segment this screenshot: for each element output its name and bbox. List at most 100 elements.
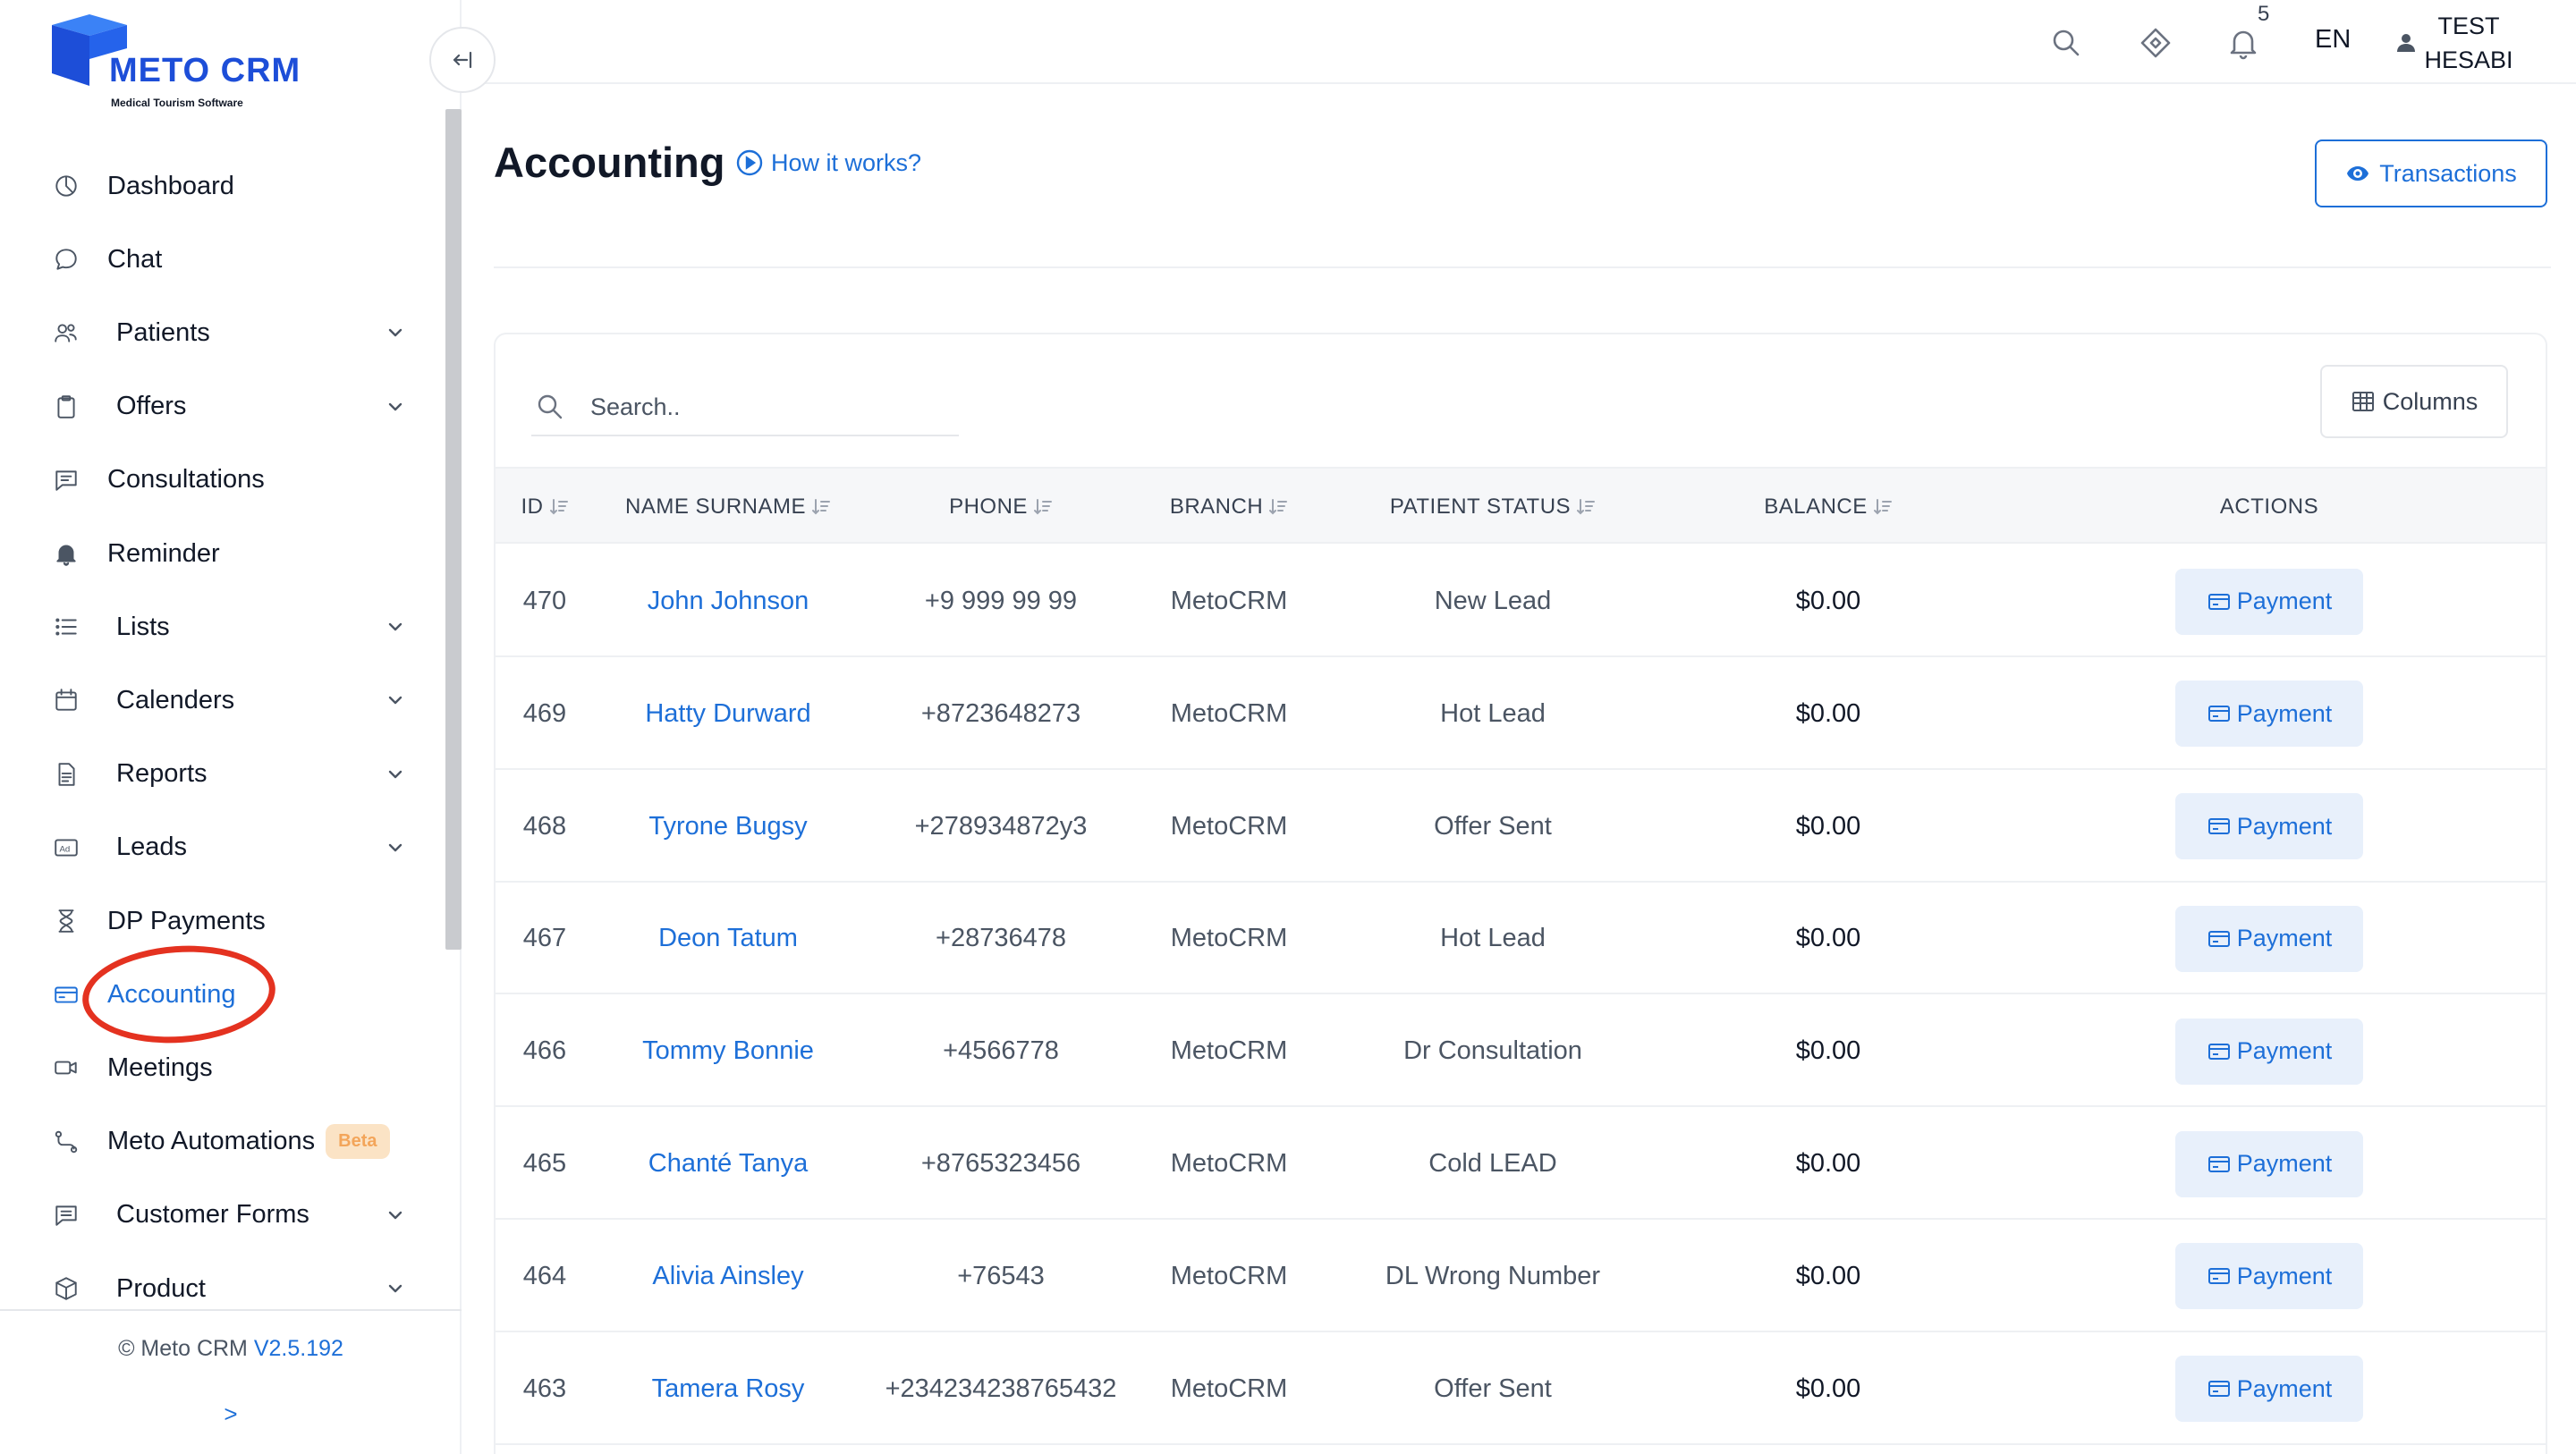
- sidebar-item-patients[interactable]: Patients: [48, 306, 406, 359]
- chevron-down-icon: [388, 1211, 402, 1219]
- sidebar-item-lists[interactable]: Lists: [48, 600, 406, 654]
- brand-tagline: Medical Tourism Software: [111, 97, 243, 109]
- payment-button[interactable]: Payment: [2175, 568, 2363, 635]
- patient-name-link[interactable]: Tommy Bonnie: [594, 995, 862, 1107]
- patient-name-link[interactable]: Deon Tatum: [594, 883, 862, 994]
- sidebar-item-dp-payments[interactable]: DP Payments: [48, 894, 406, 948]
- automation-icon: [48, 1124, 84, 1160]
- cell-phone: +76543: [957, 1261, 1045, 1290]
- credit-card-icon: [2207, 930, 2230, 947]
- brand-logo[interactable]: METO CRM Medical Tourism Software: [48, 13, 317, 109]
- chevron-down-icon: [388, 329, 402, 337]
- users-icon: [48, 315, 84, 351]
- cell-patient-status: New Lead: [1434, 587, 1552, 615]
- table-row: 465 Chanté Tanya +8765323456 MetoCRM Cold LE…: [496, 1108, 2546, 1220]
- sidebar-item-dashboard[interactable]: Dashboard: [48, 159, 406, 213]
- payment-label: Payment: [2236, 1262, 2333, 1289]
- sidebar-item-label: Calenders: [116, 685, 235, 714]
- patient-name-link[interactable]: Chanté Tanya: [594, 1108, 862, 1220]
- annotation-highlight-ring: [79, 939, 279, 1050]
- search-input[interactable]: [590, 393, 930, 421]
- payment-label: Payment: [2236, 1374, 2333, 1402]
- sidebar-item-customer-forms[interactable]: Customer Forms: [48, 1188, 406, 1242]
- sort-icon: [1033, 499, 1052, 515]
- sort-icon: [1873, 499, 1892, 515]
- sidebar-item-product[interactable]: Product: [48, 1262, 406, 1315]
- columns-button[interactable]: Columns: [2320, 365, 2508, 438]
- payment-button[interactable]: Payment: [2175, 681, 2363, 748]
- collapse-sidebar-button[interactable]: [429, 27, 496, 93]
- payment-button[interactable]: Payment: [2175, 1018, 2363, 1085]
- chevron-down-icon: [388, 1284, 402, 1293]
- sidebar-item-label: DP Payments: [107, 906, 266, 935]
- payment-label: Payment: [2236, 588, 2333, 614]
- payment-label: Payment: [2236, 1150, 2333, 1177]
- patient-name-link[interactable]: Tyrone Bugsy: [594, 771, 862, 883]
- diamond-icon[interactable]: [2138, 25, 2174, 61]
- table-row: 466 Tommy Bonnie +4566778 MetoCRM Dr Consult…: [496, 995, 2546, 1108]
- video-icon: [48, 1050, 84, 1086]
- cell-actions: Payment: [1989, 1221, 2546, 1332]
- sidebar-scrollbar[interactable]: [445, 109, 462, 950]
- payment-button[interactable]: Payment: [2175, 793, 2363, 860]
- cell-patient-status: Offer Sent: [1434, 811, 1552, 841]
- cell-id: 470: [522, 587, 567, 615]
- patient-name-link[interactable]: Alivia Ainsley: [594, 1221, 862, 1332]
- cell-balance: $0.00: [1795, 1036, 1861, 1066]
- payment-button[interactable]: Payment: [2175, 1130, 2363, 1197]
- column-header-label: ACTIONS: [2219, 495, 2319, 519]
- cell-balance: $0.00: [1795, 1261, 1861, 1290]
- expand-sidebar-button[interactable]: >: [0, 1400, 462, 1428]
- cell-patient-status: Dr Consultation: [1403, 1036, 1582, 1066]
- sidebar-item-reminder[interactable]: Reminder: [48, 527, 406, 580]
- cell-actions: Payment: [1989, 545, 2546, 657]
- cell-balance: $0.00: [1795, 924, 1861, 953]
- columns-label: Columns: [2382, 387, 2479, 415]
- sidebar-item-calenders[interactable]: Calenders: [48, 673, 406, 727]
- cell-branch: MetoCRM: [1170, 1261, 1288, 1290]
- sidebar-item-offers[interactable]: Offers: [48, 380, 406, 434]
- payment-button[interactable]: Payment: [2175, 1356, 2363, 1423]
- cell-id: 463: [522, 1374, 567, 1403]
- column-header-status[interactable]: PATIENT STATUS: [1318, 469, 1667, 545]
- patient-name-link[interactable]: John Johnson: [594, 545, 862, 657]
- table-row: 464 Alivia Ainsley +76543 MetoCRM DL Wrong N…: [496, 1221, 2546, 1332]
- transactions-button[interactable]: Transactions: [2315, 139, 2547, 207]
- cell-branch: MetoCRM: [1170, 1149, 1288, 1178]
- eye-icon: [2347, 166, 2369, 181]
- sidebar-item-meto-automations[interactable]: Meto Automations Beta: [48, 1115, 406, 1169]
- sidebar-item-meetings[interactable]: Meetings: [48, 1041, 406, 1095]
- sidebar: METO CRM Medical Tourism Software Dashbo…: [0, 0, 462, 1454]
- table-columns-icon: [2351, 392, 2374, 411]
- sidebar-item-consultations[interactable]: Consultations: [48, 453, 406, 507]
- patient-name-link[interactable]: Hatty Durward: [594, 658, 862, 770]
- language-selector[interactable]: EN: [2315, 25, 2351, 55]
- column-header-branch[interactable]: BRANCH: [1140, 469, 1318, 545]
- sort-icon: [812, 499, 831, 515]
- column-header-balance[interactable]: BALANCE: [1667, 469, 1989, 545]
- credit-card-icon: [2207, 818, 2230, 835]
- chevron-down-icon: [388, 402, 402, 410]
- payment-button[interactable]: Payment: [2175, 1243, 2363, 1310]
- sidebar-item-label: Dashboard: [107, 171, 234, 200]
- column-header-phone[interactable]: PHONE: [862, 469, 1140, 545]
- cell-actions: Payment: [1989, 995, 2546, 1107]
- sidebar-item-reports[interactable]: Reports: [48, 748, 406, 801]
- chevron-down-icon: [388, 622, 402, 631]
- sidebar-item-chat[interactable]: Chat: [48, 232, 406, 286]
- sidebar-item-label: Chat: [107, 244, 163, 274]
- column-header-name[interactable]: NAME SURNAME: [594, 469, 862, 545]
- payment-button[interactable]: Payment: [2175, 905, 2363, 972]
- patient-name-link[interactable]: Tamera Rosy: [594, 1333, 862, 1445]
- how-it-works-link[interactable]: How it works?: [735, 148, 921, 177]
- bell-icon[interactable]: [2225, 25, 2261, 61]
- how-it-works-label: How it works?: [771, 148, 922, 176]
- sidebar-item-leads[interactable]: Ad Leads: [48, 821, 406, 875]
- search-icon[interactable]: [2048, 25, 2084, 61]
- credit-card-icon: [2207, 1268, 2230, 1285]
- cell-balance: $0.00: [1795, 811, 1861, 841]
- column-header-label: NAME SURNAME: [624, 495, 807, 519]
- user-menu[interactable]: TEST HESABI: [2424, 9, 2513, 77]
- credit-card-icon: [2207, 1155, 2230, 1172]
- column-header-id[interactable]: ID: [496, 469, 594, 545]
